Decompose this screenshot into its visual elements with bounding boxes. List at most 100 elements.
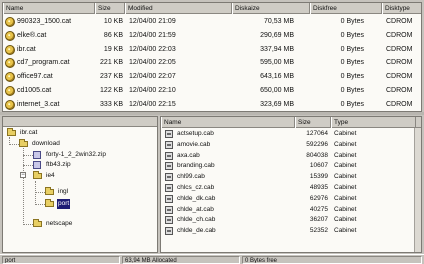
catalog-icon [7,128,16,136]
catalog-cell: 12/04/00 22:05 [129,59,176,67]
tree-node-download[interactable]: download [19,139,149,149]
file-row[interactable]: actsetup.cab 127064 Cabinet [161,129,421,140]
file-row[interactable]: chlde_at.cab 40275 Cabinet [161,205,421,216]
catalog-row[interactable]: 990323_1500.cat 10 KB 12/04/00 21:09 70,53 … [3,15,421,28]
catalog-cell: CDROM [386,18,413,25]
tree-node-port[interactable]: port [45,199,125,209]
tree-line [35,192,45,193]
file-cell: Cabinet [334,205,357,213]
file-cell: 804038 [306,151,328,159]
col-header-size[interactable]: Size [295,117,331,128]
catalog-cell: 0 Bytes [340,18,364,25]
catalog-cell: 290,69 MB [260,31,294,39]
catalog-cell: cd1005.cat [17,87,52,94]
catalog-cell: cd7_program.cat [17,59,70,67]
catalog-cell: 595,00 MB [260,59,294,67]
status-bar: port 63,94 MB Allocated 0 Bytes free [0,254,424,264]
vertical-scrollbar[interactable] [414,128,421,252]
cd-disc-icon [5,58,15,69]
tree-node-forty-zip[interactable]: forty-1_2_2win32.zip [33,150,153,160]
col-header-diskfree[interactable]: Diskfree [310,3,382,14]
catalog-cell: CDROM [386,45,413,53]
file-row[interactable]: axa.cab 804038 Cabinet [161,151,421,162]
catalog-cell: 70,53 MB [264,18,294,25]
cd-disc-icon [5,86,15,96]
file-cell: axa.cab [177,151,200,159]
catalog-cell: 0 Bytes [340,100,364,108]
file-cell: 127064 [306,130,328,137]
col-header-disksize[interactable]: Diskaize [232,3,310,14]
catalog-cell: 122 KB [100,87,123,94]
folder-tree[interactable]: ibr.cat download forty-1_2_2win32.zip ft… [2,116,158,253]
file-row[interactable]: branding.cab 10607 Cabinet [161,161,421,172]
file-cell: chlde_dk.cab [177,194,216,202]
tree-node-ftb43-zip[interactable]: ftb43.zip [33,160,153,170]
catalog-cell: 337,94 MB [260,45,294,53]
catalog-cell: 643,16 MB [260,73,294,81]
folder-icon [19,139,28,147]
file-row[interactable]: chlde_de.cab 52352 Cabinet [161,226,421,237]
file-cell: actsetup.cab [177,130,214,137]
file-row[interactable]: chl99.cab 15399 Cabinet [161,172,421,183]
file-list[interactable]: Name Size Type actsetup.cab 127064 Cabinet… [160,116,422,253]
catalog-cell: 86 KB [103,31,123,39]
tree-node-ingl[interactable]: ingl [45,187,125,197]
catalog-cell: CDROM [386,87,413,94]
file-list-header: Name Size Type [161,117,421,128]
catalog-cell: elke®.cat [17,31,47,39]
col-header-modified[interactable]: Modified [125,3,232,14]
tree-line [23,224,33,225]
tree-line [35,204,45,205]
catalog-list[interactable]: Name Size Modified Diskaize Diskfree Dis… [2,2,422,112]
expand-toggle-icon[interactable]: − [20,172,26,178]
col-header-size[interactable]: Size [95,3,125,14]
catalog-cell: 0 Bytes [340,59,364,67]
file-row[interactable]: chlde_ch.cab 36207 Cabinet [161,215,421,226]
catalog-cell: 12/04/00 22:10 [129,87,176,94]
catalog-cell: 0 Bytes [340,31,364,39]
catalog-row[interactable]: internet_3.cat 333 KB 12/04/00 22:15 323,69… [3,98,421,111]
pane-splitter[interactable] [0,112,424,115]
catalog-cell: CDROM [386,100,413,108]
folder-icon [33,171,42,179]
file-row[interactable]: chlde_dk.cab 62976 Cabinet [161,194,421,205]
catalog-cell: 650,00 MB [260,87,294,94]
catalog-cell: 323,69 MB [260,100,294,108]
tree-node-netscape[interactable]: netscape [33,219,133,229]
tree-node-ibr-cat[interactable]: ibr.cat [7,128,147,138]
catalog-cell: internet_3.cat [17,100,60,108]
catalog-cell: 0 Bytes [340,73,364,81]
file-cell: Cabinet [334,173,357,181]
cd-disc-icon [5,17,15,27]
tree-line [23,148,24,225]
file-cell: chlde_at.cab [177,205,214,213]
tree-line [35,181,36,205]
catalog-cell: office97.cat [17,73,53,81]
col-header-disktype[interactable]: Disktype [382,3,421,14]
catalog-cell: 0 Bytes [340,87,364,94]
catalog-cell: ibr.cat [17,45,36,53]
catalog-row[interactable]: cd7_program.cat 221 KB 12/04/00 22:05 595,0… [3,56,421,69]
col-header-name[interactable]: Name [161,117,295,128]
file-cell: chlde_ch.cab [177,216,216,224]
tree-node-ie4[interactable]: ie4 [33,171,133,181]
file-cell: 52352 [309,227,328,235]
file-cell: amovie.cab [177,140,211,148]
col-header-type[interactable]: Type [331,117,416,128]
catalog-row[interactable]: ibr.cat 19 KB 12/04/00 22:03 337,94 MB 0 Byt… [3,43,421,56]
file-row[interactable]: chlcs_cz.cab 48935 Cabinet [161,183,421,194]
folder-icon [45,187,54,195]
cabinet-file-icon [165,162,173,171]
cabinet-file-icon [165,184,173,192]
folder-icon [33,219,42,227]
catalog-row[interactable]: cd1005.cat 122 KB 12/04/00 22:10 650,00 MB 0… [3,84,421,97]
tree-header [3,117,157,127]
col-header-name[interactable]: Name [3,3,95,14]
file-row[interactable]: amovie.cab 592296 Cabinet [161,140,421,151]
status-path: port [2,256,120,264]
cabinet-file-icon [165,194,173,203]
catalog-row[interactable]: elke®.cat 86 KB 12/04/00 21:59 290,69 MB 0 B… [3,29,421,42]
cd-disc-icon [5,44,15,55]
catalog-row[interactable]: office97.cat 237 KB 12/04/00 22:07 643,16 M… [3,70,421,83]
cabinet-file-icon [165,227,173,236]
